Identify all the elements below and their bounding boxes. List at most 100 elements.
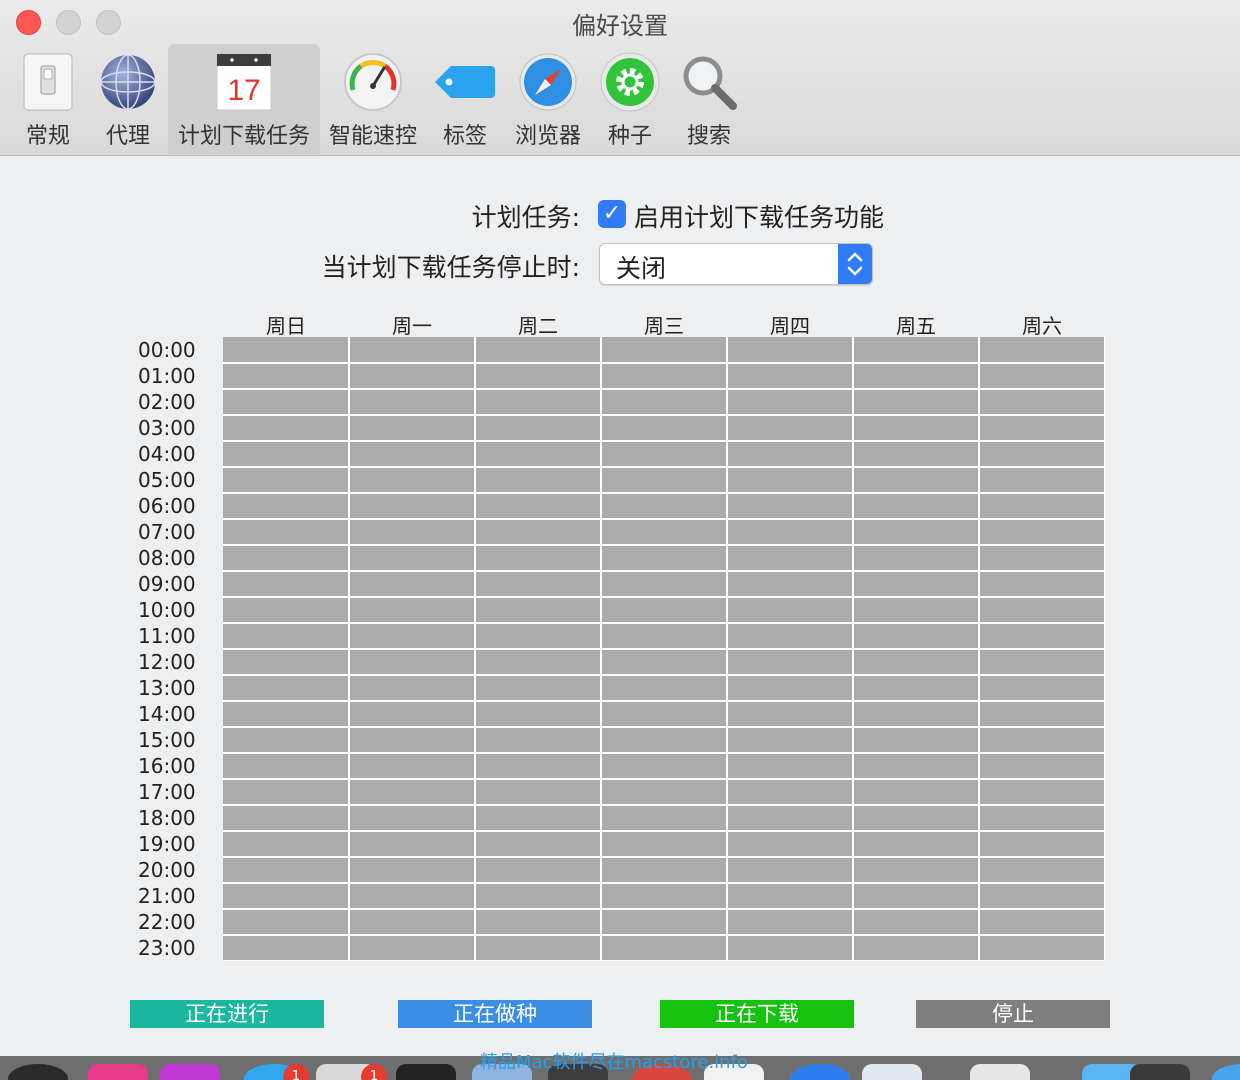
schedule-cell[interactable]	[602, 858, 726, 882]
hour-row-label[interactable]: 13:00	[138, 675, 218, 701]
dock-app-icon[interactable]	[862, 1064, 922, 1080]
schedule-cell[interactable]	[602, 546, 726, 570]
schedule-cell[interactable]	[728, 780, 852, 804]
schedule-cell[interactable]	[476, 858, 600, 882]
schedule-grid[interactable]	[223, 337, 1105, 961]
dock-app-icon[interactable]	[8, 1064, 68, 1080]
schedule-cell[interactable]	[980, 390, 1104, 414]
schedule-cell[interactable]	[350, 832, 474, 856]
hour-row-label[interactable]: 07:00	[138, 519, 218, 545]
toolbar-item-speed-control[interactable]: 智能速控	[326, 44, 420, 154]
hour-row-label[interactable]: 14:00	[138, 701, 218, 727]
schedule-cell[interactable]	[728, 702, 852, 726]
toolbar-item-proxy[interactable]: 代理	[92, 44, 164, 154]
schedule-cell[interactable]	[602, 390, 726, 414]
hour-row-label[interactable]: 08:00	[138, 545, 218, 571]
schedule-cell[interactable]	[728, 494, 852, 518]
schedule-cell[interactable]	[980, 520, 1104, 544]
schedule-cell[interactable]	[350, 624, 474, 648]
schedule-cell[interactable]	[728, 520, 852, 544]
schedule-cell[interactable]	[602, 624, 726, 648]
schedule-cell[interactable]	[854, 337, 978, 362]
day-column-header[interactable]: 周二	[475, 310, 601, 339]
hour-row-label[interactable]: 03:00	[138, 415, 218, 441]
schedule-cell[interactable]	[223, 520, 348, 544]
schedule-cell[interactable]	[728, 572, 852, 596]
schedule-cell[interactable]	[223, 624, 348, 648]
schedule-cell[interactable]	[854, 728, 978, 752]
schedule-cell[interactable]	[728, 936, 852, 960]
schedule-cell[interactable]	[476, 650, 600, 674]
schedule-cell[interactable]	[602, 572, 726, 596]
schedule-cell[interactable]	[223, 416, 348, 440]
schedule-cell[interactable]	[854, 780, 978, 804]
schedule-cell[interactable]	[980, 806, 1104, 830]
day-column-header[interactable]: 周一	[349, 310, 475, 339]
schedule-cell[interactable]	[602, 832, 726, 856]
day-column-header[interactable]: 周日	[223, 310, 349, 339]
schedule-cell[interactable]	[980, 676, 1104, 700]
hour-row-label[interactable]: 18:00	[138, 805, 218, 831]
schedule-cell[interactable]	[980, 416, 1104, 440]
toolbar-item-search[interactable]: 搜索	[676, 44, 742, 154]
schedule-cell[interactable]	[602, 936, 726, 960]
schedule-cell[interactable]	[728, 650, 852, 674]
schedule-cell[interactable]	[476, 936, 600, 960]
schedule-cell[interactable]	[728, 416, 852, 440]
schedule-cell[interactable]	[602, 416, 726, 440]
schedule-cell[interactable]	[350, 337, 474, 362]
schedule-cell[interactable]	[602, 754, 726, 778]
schedule-cell[interactable]	[223, 884, 348, 908]
schedule-cell[interactable]	[980, 546, 1104, 570]
schedule-cell[interactable]	[350, 910, 474, 934]
hour-row-label[interactable]: 01:00	[138, 363, 218, 389]
schedule-cell[interactable]	[223, 702, 348, 726]
schedule-cell[interactable]	[854, 858, 978, 882]
schedule-cell[interactable]	[476, 806, 600, 830]
schedule-cell[interactable]	[476, 884, 600, 908]
schedule-cell[interactable]	[728, 754, 852, 778]
dock-app-icon[interactable]	[790, 1064, 850, 1080]
hour-row-label[interactable]: 21:00	[138, 883, 218, 909]
schedule-cell[interactable]	[728, 468, 852, 492]
hour-row-label[interactable]: 20:00	[138, 857, 218, 883]
schedule-cell[interactable]	[350, 728, 474, 752]
hour-row-label[interactable]: 12:00	[138, 649, 218, 675]
schedule-cell[interactable]	[854, 494, 978, 518]
schedule-cell[interactable]	[223, 546, 348, 570]
schedule-cell[interactable]	[980, 650, 1104, 674]
schedule-cell[interactable]	[350, 806, 474, 830]
dock-app-icon[interactable]	[1130, 1064, 1190, 1080]
toolbar-item-browser[interactable]: 浏览器	[510, 44, 586, 154]
schedule-cell[interactable]	[223, 598, 348, 622]
schedule-cell[interactable]	[854, 598, 978, 622]
schedule-cell[interactable]	[980, 728, 1104, 752]
schedule-cell[interactable]	[602, 728, 726, 752]
dock-app-icon[interactable]	[88, 1064, 148, 1080]
schedule-cell[interactable]	[728, 598, 852, 622]
schedule-cell[interactable]	[476, 624, 600, 648]
schedule-cell[interactable]	[980, 364, 1104, 388]
schedule-cell[interactable]	[476, 598, 600, 622]
schedule-cell[interactable]	[476, 468, 600, 492]
schedule-cell[interactable]	[350, 416, 474, 440]
schedule-cell[interactable]	[854, 936, 978, 960]
day-column-header[interactable]: 周四	[727, 310, 853, 339]
schedule-cell[interactable]	[350, 572, 474, 596]
stop-action-select[interactable]: 关闭	[599, 243, 873, 285]
schedule-cell[interactable]	[854, 754, 978, 778]
schedule-cell[interactable]	[223, 754, 348, 778]
schedule-cell[interactable]	[980, 858, 1104, 882]
schedule-cell[interactable]	[602, 337, 726, 362]
schedule-cell[interactable]	[350, 858, 474, 882]
toolbar-item-torrent[interactable]: 种子	[598, 44, 662, 154]
schedule-cell[interactable]	[476, 520, 600, 544]
schedule-cell[interactable]	[350, 780, 474, 804]
schedule-cell[interactable]	[728, 832, 852, 856]
schedule-cell[interactable]	[602, 442, 726, 466]
day-column-header[interactable]: 周三	[601, 310, 727, 339]
enable-schedule-label[interactable]: 启用计划下载任务功能	[634, 198, 884, 234]
day-column-header[interactable]: 周五	[853, 310, 979, 339]
schedule-cell[interactable]	[602, 676, 726, 700]
schedule-cell[interactable]	[602, 520, 726, 544]
